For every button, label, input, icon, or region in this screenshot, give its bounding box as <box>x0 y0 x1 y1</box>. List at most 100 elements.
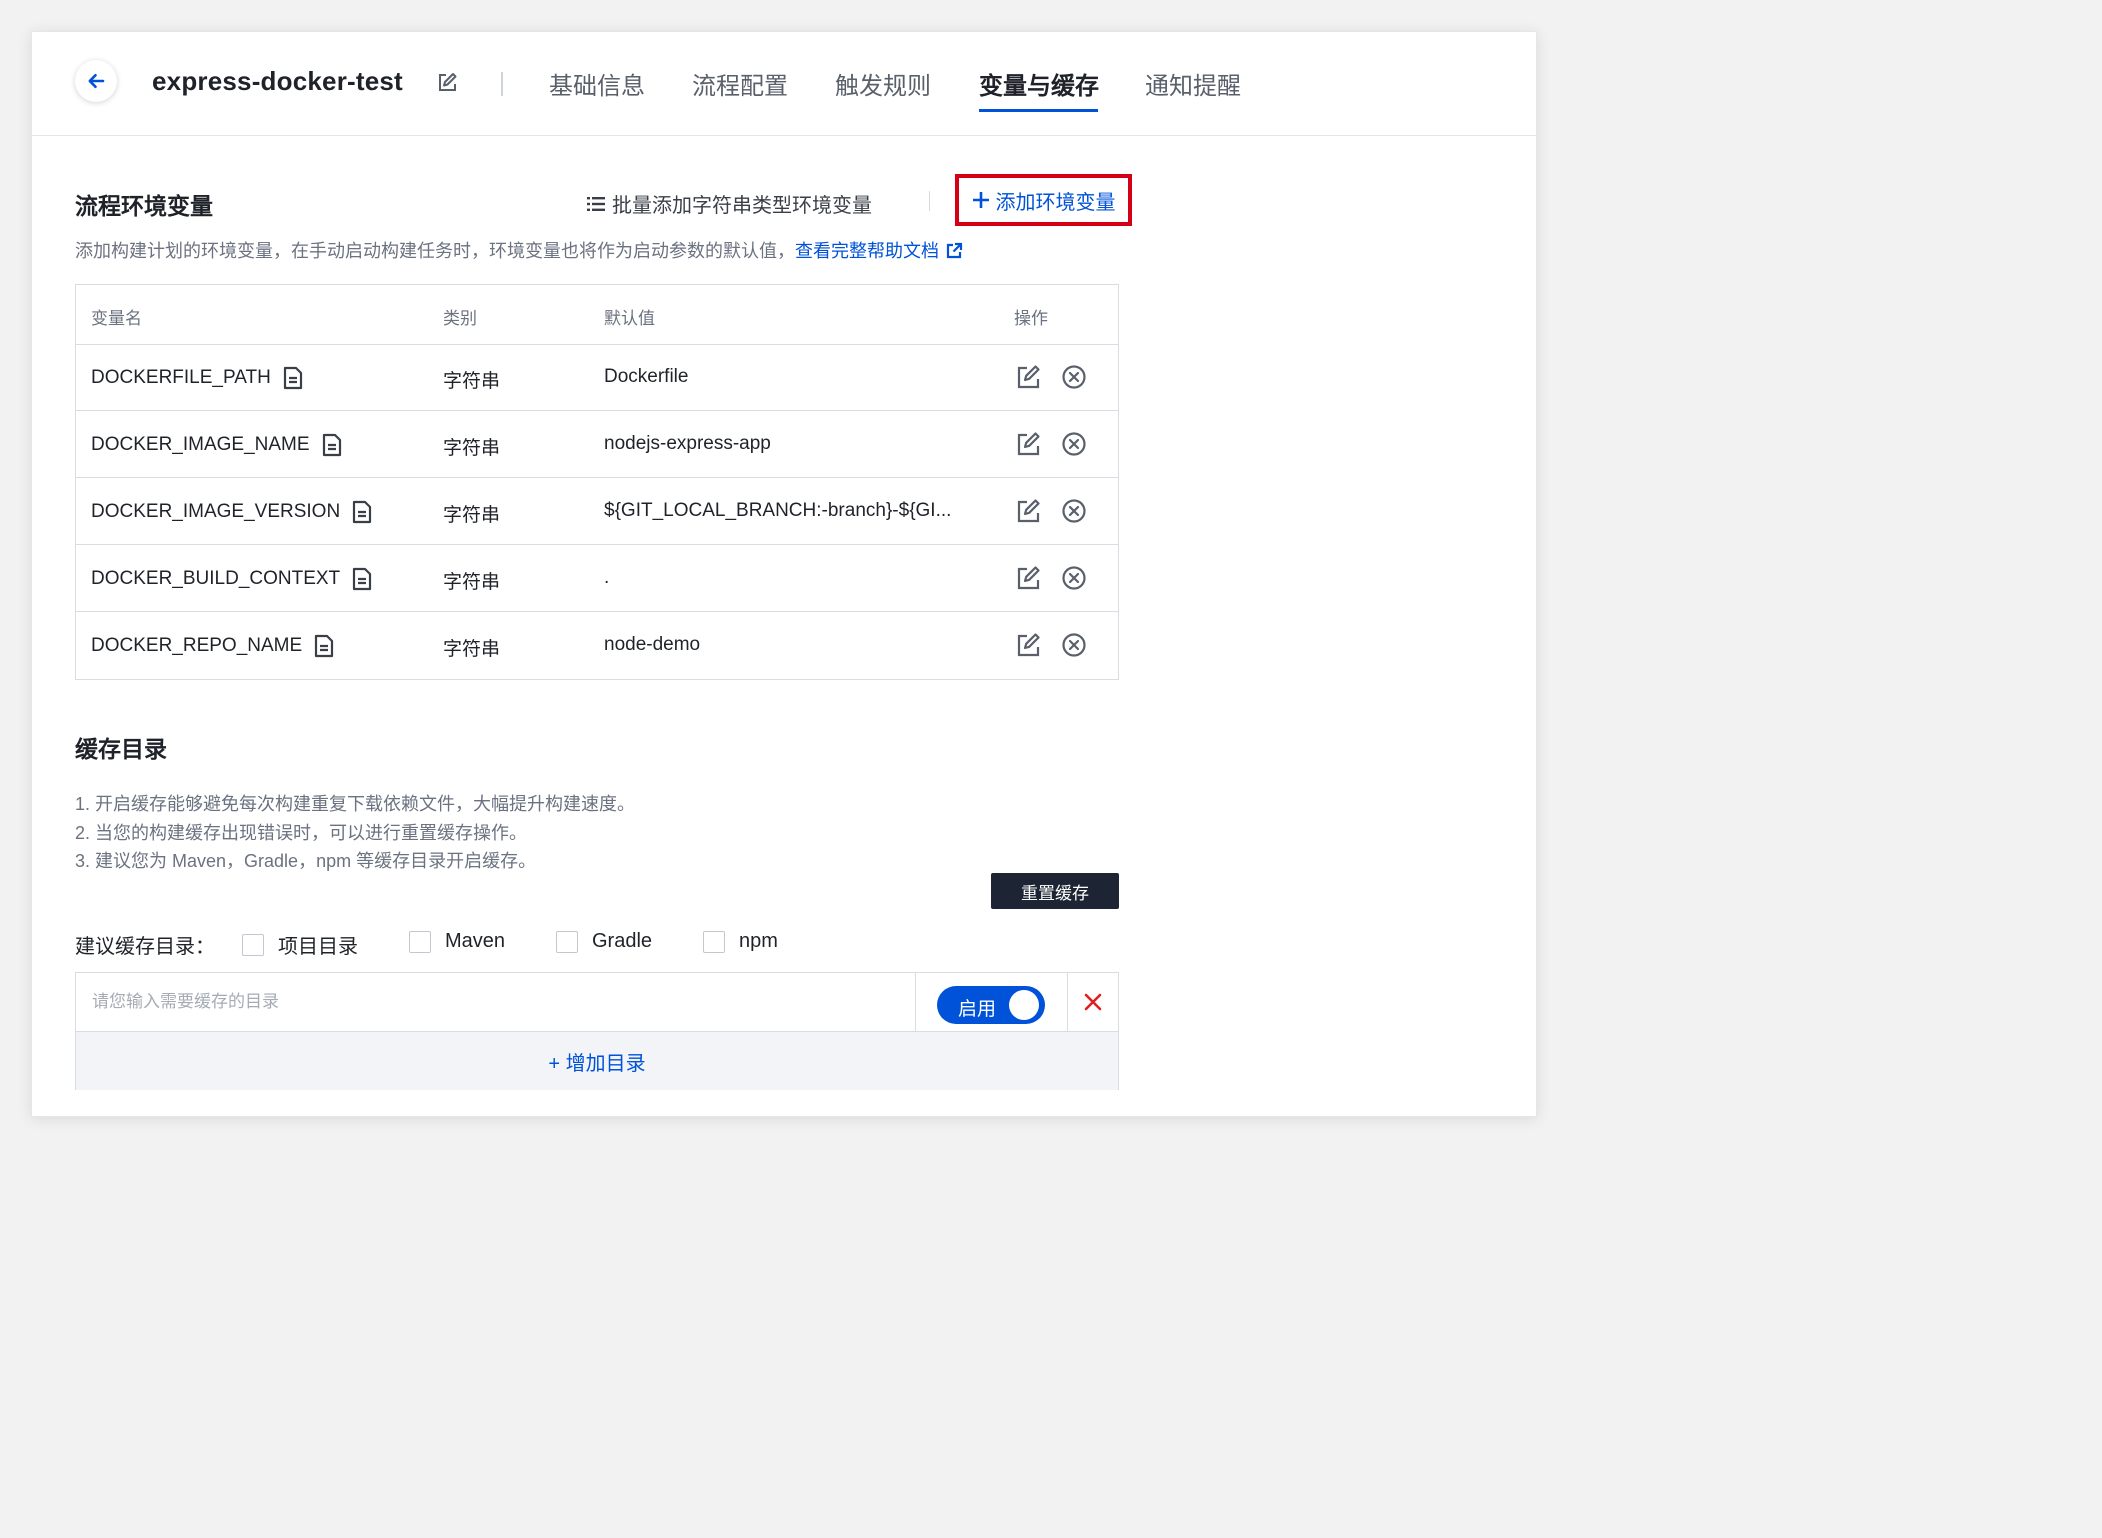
edit-variable-button[interactable] <box>1016 498 1042 530</box>
env-description-text: 添加构建计划的环境变量，在手动启动构建任务时，环境变量也将作为启动参数的默认值， <box>75 241 795 261</box>
cache-notes: 1. 开启缓存能够避免每次构建重复下载依赖文件，大幅提升构建速度。 2. 当您的… <box>75 790 635 876</box>
checkbox-project-dir[interactable]: 项目目录 <box>242 930 358 959</box>
edit-variable-button[interactable] <box>1016 565 1042 597</box>
edit-variable-button[interactable] <box>1016 431 1042 463</box>
variable-default-value: nodejs-express-app <box>604 433 771 454</box>
close-icon[interactable] <box>1084 993 1102 1011</box>
tab-flow-config[interactable]: 流程配置 <box>692 66 788 101</box>
plus-icon <box>972 192 989 208</box>
variable-name: DOCKER_IMAGE_VERSION <box>91 501 341 522</box>
variable-name-cell: DOCKER_IMAGE_VERSION <box>91 500 372 524</box>
checkbox-maven[interactable]: Maven <box>409 930 505 953</box>
col-header-default: 默认值 <box>604 309 655 328</box>
cache-note: 3. 建议您为 Maven，Gradle，npm 等缓存目录开启缓存。 <box>75 851 537 871</box>
toolbar-divider <box>929 191 930 211</box>
edit-icon[interactable] <box>436 72 458 94</box>
add-env-variable-button[interactable]: 添加环境变量 <box>955 174 1132 226</box>
checkbox-box[interactable] <box>242 933 264 956</box>
table-row: DOCKER_REPO_NAME 字符串 node-demo <box>76 612 1118 679</box>
variable-name: DOCKER_BUILD_CONTEXT <box>91 568 341 589</box>
page-header: express-docker-test 基础信息 流程配置 触发规则 变量与缓存… <box>32 32 1536 136</box>
delete-variable-button[interactable] <box>1061 364 1087 396</box>
col-header-actions: 操作 <box>1014 309 1048 328</box>
document-icon <box>283 366 302 390</box>
cache-dir-input[interactable] <box>76 973 916 1031</box>
document-icon <box>353 500 372 524</box>
edit-icon <box>1017 365 1040 389</box>
tab-trigger-rules[interactable]: 触发规则 <box>835 66 931 101</box>
variable-name-cell: DOCKER_REPO_NAME <box>91 634 334 658</box>
variable-default-value: ${GIT_LOCAL_BRANCH:-branch}-${GI... <box>604 500 952 521</box>
document-icon <box>315 634 334 658</box>
batch-add-label: 批量添加字符串类型环境变量 <box>612 195 872 217</box>
table-header: 变量名 类别 默认值 操作 <box>76 285 1118 345</box>
circle-x-icon <box>1062 633 1086 657</box>
arrow-left-icon <box>88 73 105 89</box>
checkbox-label: Maven <box>445 930 506 952</box>
checkbox-box[interactable] <box>409 930 431 953</box>
add-env-label: 添加环境变量 <box>995 191 1116 214</box>
edit-icon <box>1017 432 1040 456</box>
project-name: express-docker-test <box>152 66 403 96</box>
edit-variable-button[interactable] <box>1016 632 1042 664</box>
cache-note: 1. 开启缓存能够避免每次构建重复下载依赖文件，大幅提升构建速度。 <box>75 794 636 814</box>
edit-variable-button[interactable] <box>1016 364 1042 396</box>
variable-name-cell: DOCKER_BUILD_CONTEXT <box>91 567 372 591</box>
table-row: DOCKER_IMAGE_NAME 字符串 nodejs-express-app <box>76 411 1118 478</box>
tab-variables-cache[interactable]: 变量与缓存 <box>979 66 1099 101</box>
header-divider <box>501 72 503 96</box>
variable-doc-icon-wrap <box>352 567 372 591</box>
variable-doc-icon-wrap <box>314 634 334 658</box>
checkbox-gradle[interactable]: Gradle <box>556 930 652 953</box>
add-directory-button[interactable]: + 增加目录 <box>76 1031 1118 1090</box>
delete-variable-button[interactable] <box>1061 498 1087 530</box>
col-header-name: 变量名 <box>91 309 142 328</box>
variable-default-value: node-demo <box>604 634 701 655</box>
checkbox-label: npm <box>739 930 778 952</box>
cache-section-title: 缓存目录 <box>75 736 167 762</box>
variable-doc-icon-wrap <box>352 500 372 524</box>
circle-x-icon <box>1062 365 1086 389</box>
table-row: DOCKER_BUILD_CONTEXT 字符串. <box>76 545 1118 612</box>
delete-variable-button[interactable] <box>1061 632 1087 664</box>
edit-icon <box>1017 499 1040 523</box>
table-row: DOCKER_IMAGE_VERSION 字符串 ${GIT_LOCAL_BRANC… <box>76 478 1118 545</box>
enable-toggle[interactable]: 启用 <box>937 986 1045 1024</box>
suggest-label: 建议缓存目录： <box>75 936 215 958</box>
document-icon <box>322 433 341 457</box>
pipeline-settings-window: express-docker-test 基础信息 流程配置 触发规则 变量与缓存… <box>31 31 1537 1117</box>
table-row: DOCKERFILE_PATH 字符串 Dockerfile <box>76 344 1118 411</box>
checkbox-npm[interactable]: npm <box>703 930 778 953</box>
delete-variable-button[interactable] <box>1061 431 1087 463</box>
col-header-type: 类别 <box>443 309 477 328</box>
edit-icon <box>1017 633 1040 657</box>
variable-type: 字符串 <box>443 371 501 392</box>
cache-note: 2. 当您的构建缓存出现错误时，可以进行重置缓存操作。 <box>75 822 528 843</box>
checkbox-label: Gradle <box>592 930 653 952</box>
help-doc-link-label: 查看完整帮助文档 <box>795 241 939 261</box>
active-tab-indicator <box>979 109 1098 112</box>
external-link-icon <box>946 242 963 259</box>
variable-doc-icon-wrap <box>322 433 342 457</box>
tab-basic-info[interactable]: 基础信息 <box>549 66 645 101</box>
reset-cache-button[interactable]: 重置缓存 <box>991 873 1119 909</box>
circle-x-icon <box>1062 499 1086 523</box>
batch-add-env-button[interactable]: 批量添加字符串类型环境变量 <box>586 189 872 218</box>
delete-variable-button[interactable] <box>1061 565 1087 597</box>
back-button[interactable] <box>75 60 117 102</box>
cache-dir-editor: 启用 + 增加目录 <box>75 972 1119 1090</box>
toggle-knob <box>1009 990 1039 1020</box>
edit-icon <box>1017 566 1040 590</box>
env-description: 添加构建计划的环境变量，在手动启动构建任务时，环境变量也将作为启动参数的默认值，… <box>75 237 963 263</box>
variable-doc-icon-wrap <box>283 366 303 390</box>
circle-x-icon <box>1062 566 1086 590</box>
checkbox-label: 项目目录 <box>278 936 358 958</box>
help-doc-link[interactable]: 查看完整帮助文档 <box>795 241 963 261</box>
variable-type: 字符串 <box>443 639 501 660</box>
variable-type: 字符串 <box>443 438 501 459</box>
document-icon <box>353 567 372 591</box>
tab-notifications[interactable]: 通知提醒 <box>1145 66 1241 101</box>
checkbox-box[interactable] <box>556 930 578 953</box>
variable-name-cell: DOCKER_IMAGE_NAME <box>91 433 342 457</box>
checkbox-box[interactable] <box>703 930 725 953</box>
